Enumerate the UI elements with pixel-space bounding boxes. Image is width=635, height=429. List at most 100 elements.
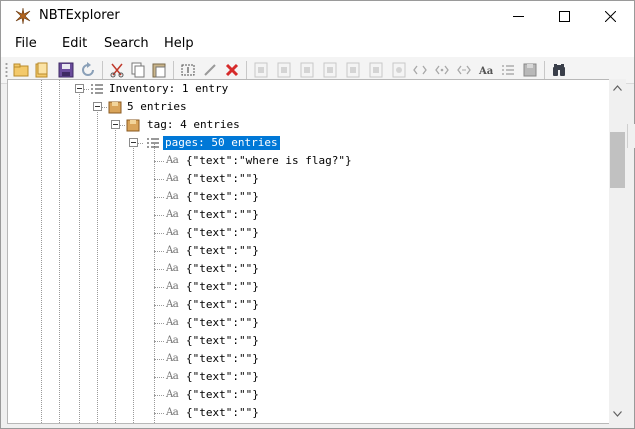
tree-node-label: {"text":""} [186,370,259,383]
toolbar-grip[interactable] [5,62,8,78]
window-title: NBTExplorer [39,8,120,23]
add-byte-array-button[interactable] [390,61,408,79]
save-button[interactable] [57,61,75,79]
string-tag-icon: Aa [166,353,179,364]
scroll-up-button[interactable] [609,79,626,96]
add-list-button[interactable] [499,61,517,79]
tree-connector [154,377,164,378]
close-icon [604,10,616,22]
tree-node-label: {"text":""} [186,388,259,401]
string-tag-icon: Aa [166,371,179,382]
tree-node-label: {"text":""} [186,352,259,365]
menu-file[interactable]: File [15,36,37,51]
compound-tag-icon [108,101,122,114]
add-int-button[interactable] [298,61,316,79]
find-button[interactable] [550,61,568,79]
add-list-icon [502,65,514,75]
scroll-down-button[interactable] [609,405,626,422]
compound-tag-icon [126,119,140,132]
string-tag-icon: Aa [166,299,179,310]
collapse-toggle[interactable] [111,120,120,129]
open-file-button[interactable] [33,61,51,79]
tree-connector [154,215,164,216]
tree-node-label: {"text":""} [186,226,259,239]
tree-connector [154,179,164,180]
tree-connector [154,395,164,396]
add-long-array-icon [435,65,449,75]
svg-text:Aa: Aa [478,66,494,77]
collapse-toggle[interactable] [129,138,138,147]
collapse-toggle[interactable] [75,84,84,93]
tree-guide-line [79,90,80,423]
binoculars-icon [553,64,565,76]
add-int-array-button[interactable] [411,61,429,79]
add-long-icon [323,62,337,78]
tree-node-label: tag: 4 entries [147,118,240,131]
string-tag-icon: Aa [166,317,179,328]
vertical-scrollbar[interactable] [609,79,626,424]
paste-icon [152,63,166,78]
minimize-icon [512,15,524,17]
tree-node-label: {"text":""} [186,334,259,347]
add-double-icon [369,62,383,78]
copy-button[interactable] [129,61,147,79]
toolbar-separator [173,61,174,79]
add-compound-button[interactable] [521,61,539,79]
add-short-array-icon [457,65,471,75]
tree-guide-line [41,80,42,423]
chevron-down-icon [613,410,622,417]
tree-connector [154,197,164,198]
cut-button[interactable] [108,61,126,79]
open-folder-button[interactable] [12,61,30,79]
title-bar[interactable]: NBTExplorer [1,1,634,31]
list-tag-icon [147,138,159,148]
tree-node-label: {"text":""} [186,172,259,185]
add-compound-icon [523,63,537,77]
add-float-button[interactable] [344,61,362,79]
tree-connector [154,413,164,414]
add-int-array-icon [413,65,427,75]
open-folder-icon [13,63,29,77]
app-logo-icon [15,7,31,25]
string-tag-icon: Aa [166,209,179,220]
tree-connector [154,251,164,252]
string-tag-icon: Aa [166,335,179,346]
rename-icon [181,64,195,76]
add-long-button[interactable] [321,61,339,79]
save-icon [58,62,74,78]
tree-connector [154,323,164,324]
tree-connector [154,305,164,306]
add-float-icon [346,62,360,78]
tree-node-label: {"text":""} [186,298,259,311]
tree-guide-line [97,108,98,423]
add-short-button[interactable] [275,61,293,79]
maximize-button[interactable] [541,1,587,31]
delete-icon [225,63,239,77]
menu-edit[interactable]: Edit [62,36,87,51]
edit-icon [204,64,216,76]
add-double-button[interactable] [367,61,385,79]
menu-help[interactable]: Help [164,36,194,51]
maximize-icon [558,10,570,22]
edit-button[interactable] [201,61,219,79]
menu-search[interactable]: Search [104,36,149,51]
open-file-icon [35,62,48,78]
tree-connector [154,269,164,270]
string-tag-icon: Aa [166,245,179,256]
tree-connector [154,161,164,162]
add-short-array-button[interactable] [455,61,473,79]
refresh-button[interactable] [79,61,97,79]
scrollbar-thumb[interactable] [610,132,625,188]
paste-button[interactable] [150,61,168,79]
add-byte-button[interactable] [252,61,270,79]
string-tag-icon: Aa [166,155,179,166]
close-button[interactable] [587,1,633,31]
add-long-array-button[interactable] [433,61,451,79]
add-byte-icon [254,62,268,78]
minimize-button[interactable] [495,1,541,31]
nbt-tree-view[interactable]: Inventory: 1 entry 5 entries tag: 4 entr… [7,79,611,424]
rename-button[interactable] [179,61,197,79]
add-string-button[interactable]: Aa [477,61,495,79]
delete-button[interactable] [223,61,241,79]
collapse-toggle[interactable] [93,102,102,111]
